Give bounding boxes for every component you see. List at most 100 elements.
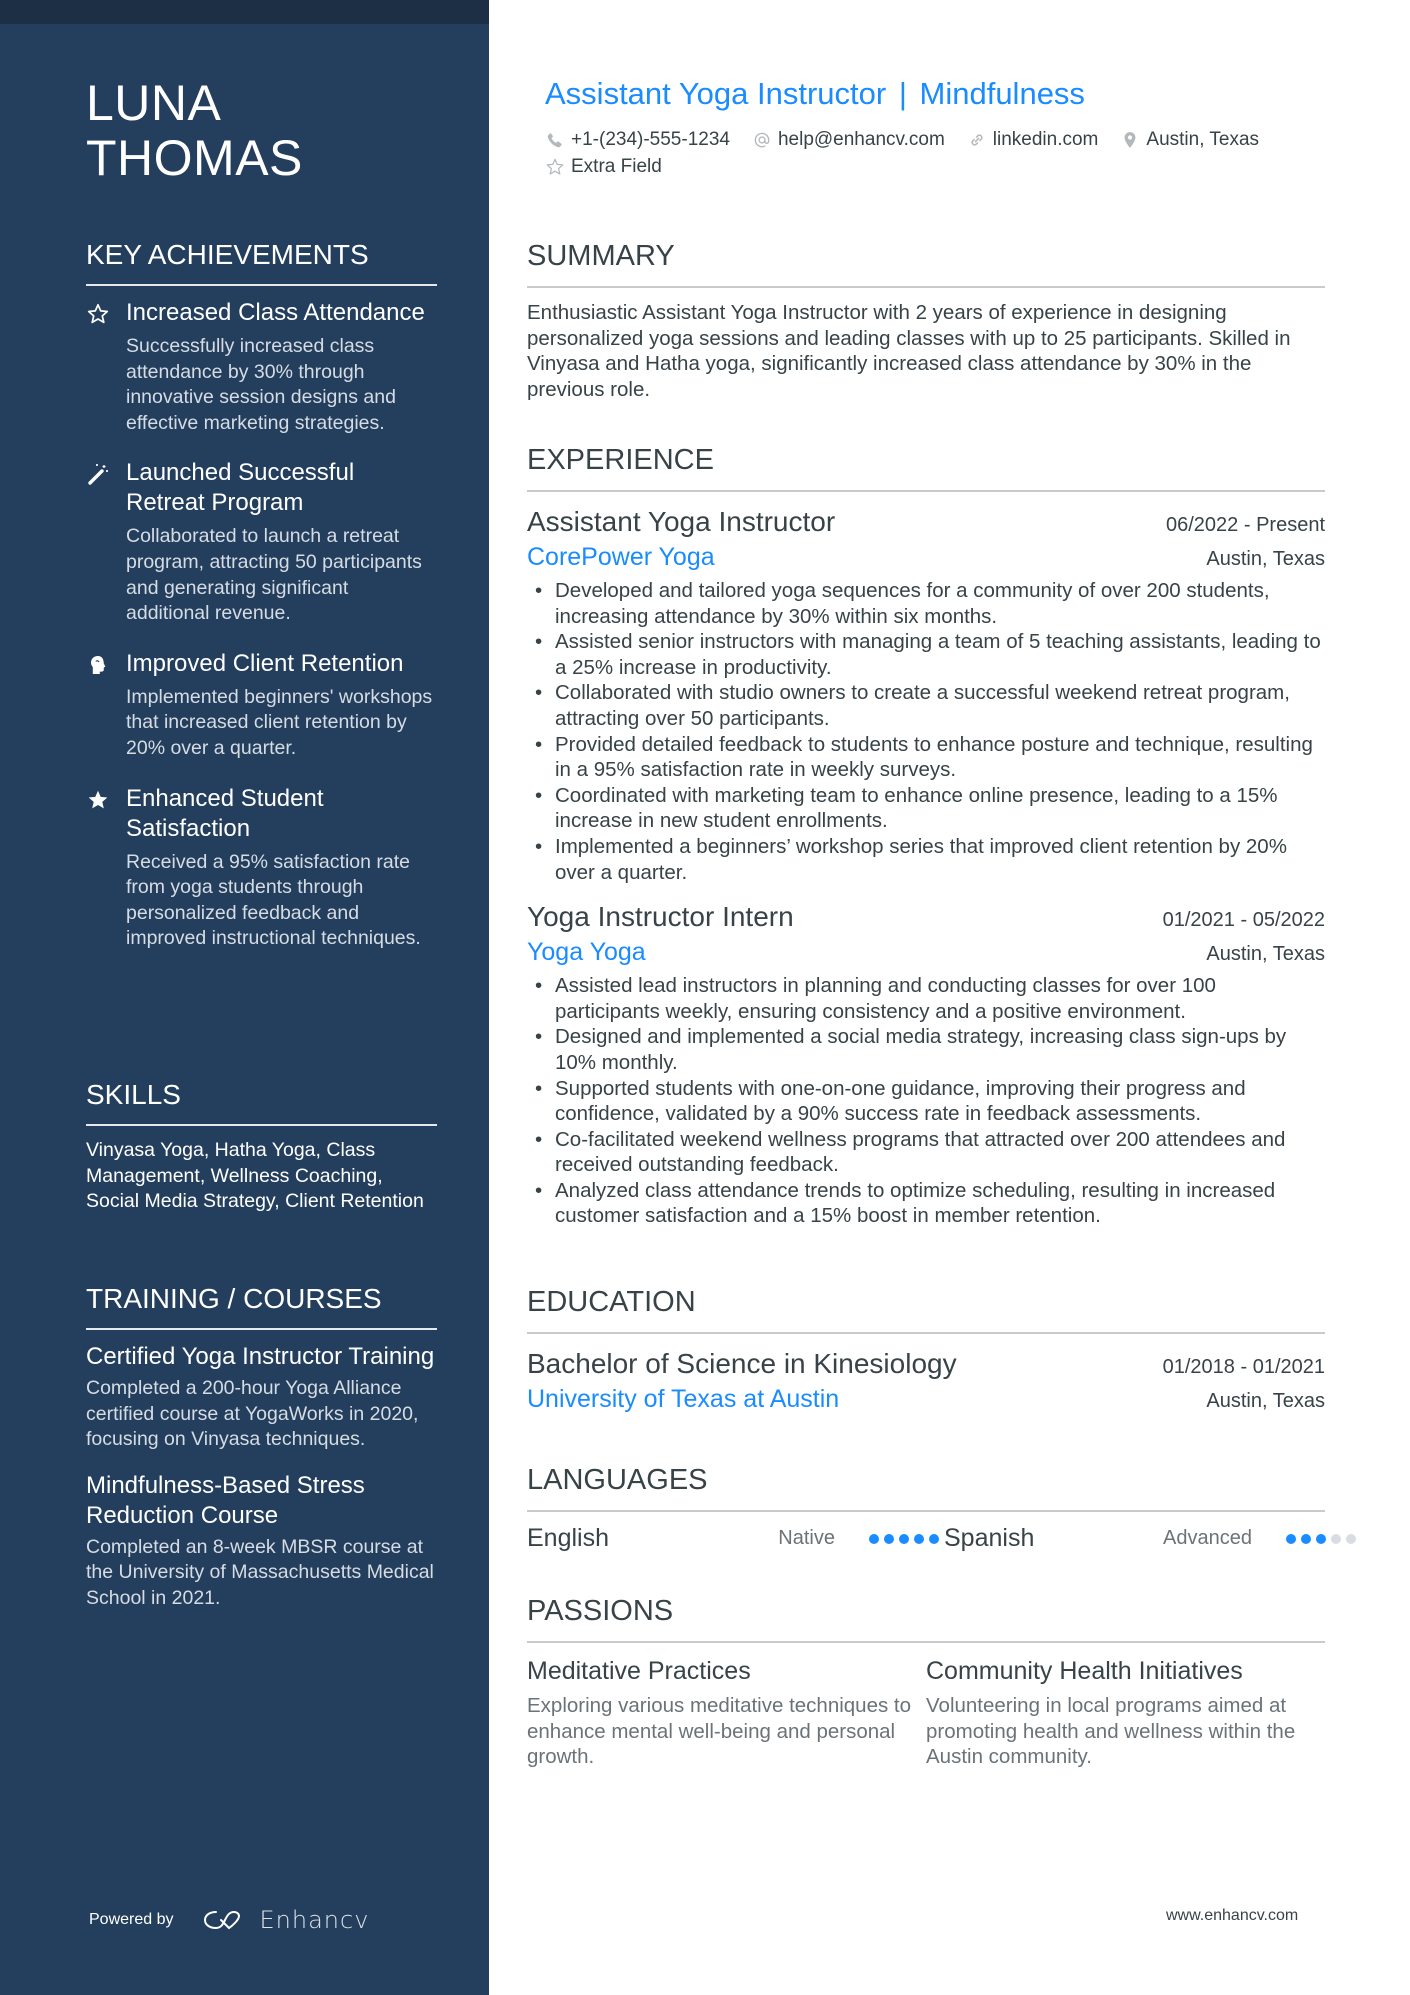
course-desc: Completed a 200-hour Yoga Alliance certi… [86, 1377, 419, 1451]
section-title: TRAINING / COURSES [86, 1282, 437, 1330]
passion-desc: Volunteering in local programs aimed at … [926, 1694, 1296, 1769]
contact-extra: Extra Field [545, 153, 662, 180]
contact-location: Austin, Texas [1120, 126, 1259, 153]
section-title: SKILLS [86, 1078, 437, 1126]
summary-section: SUMMARY Enthusiastic Assistant Yoga Inst… [527, 238, 1325, 402]
achievement-title: Enhanced Student Satisfaction [126, 784, 324, 842]
top-strip [0, 0, 489, 24]
link-icon [971, 133, 983, 146]
extra-field-text: Extra Field [571, 156, 662, 177]
passion-item: Meditative Practices Exploring various m… [527, 1655, 926, 1770]
education-section: EDUCATION Bachelor of Science in Kinesio… [527, 1284, 1325, 1416]
section-title: PASSIONS [527, 1593, 1325, 1643]
skills-section: SKILLS Vinyasa Yoga, Hatha Yoga, Class M… [86, 1078, 437, 1215]
headline-separator: | [898, 76, 907, 111]
language-rating [1286, 1533, 1361, 1544]
section-title: KEY ACHIEVEMENTS [86, 238, 437, 286]
job-bullet: Collaborated with studio owners to creat… [527, 680, 1325, 731]
job-bullet: Co-facilitated weekend wellness programs… [527, 1127, 1325, 1178]
contact-phone[interactable]: +1-(234)-555-1234 [545, 126, 730, 153]
rating-dot-empty [1346, 1533, 1356, 1544]
rating-dot-filled [884, 1533, 894, 1544]
job-bullet: Analyzed class attendance trends to opti… [527, 1178, 1325, 1229]
course-item: Mindfulness-Based Stress Reduction Cours… [86, 1471, 437, 1612]
passions-section: PASSIONS Meditative Practices Exploring … [527, 1593, 1325, 1770]
enhancv-logo-icon [202, 1907, 248, 1933]
footer-url-link[interactable]: www.enhancv.com [1166, 1907, 1298, 1925]
job-dates: 01/2021 - 05/2022 [1162, 909, 1325, 932]
rating-dot-empty [1331, 1533, 1341, 1544]
key-achievements-section: KEY ACHIEVEMENTS Increased Class Attenda… [86, 238, 437, 974]
rating-dot-filled [1301, 1533, 1311, 1544]
achievement-item: Improved Client Retention Implemented be… [86, 649, 437, 762]
rating-dot-filled [899, 1533, 909, 1544]
headline-focus: Mindfulness [919, 76, 1085, 111]
phone-icon [547, 132, 562, 147]
job-location: Austin, Texas [1206, 943, 1325, 966]
powered-by-label: Powered by [89, 1911, 174, 1928]
language-item: Spanish Advanced [944, 1524, 1361, 1553]
name-last: THOMAS [86, 130, 303, 186]
languages-section: LANGUAGES English Native Spanish Advance… [527, 1462, 1356, 1553]
job-entry: Assistant Yoga Instructor 06/2022 - Pres… [527, 504, 1325, 885]
company-name: CorePower Yoga [527, 543, 715, 571]
powered-by: Powered by Enhancv [89, 1906, 369, 1934]
school-name: University of Texas at Austin [527, 1385, 840, 1413]
star-outline-icon [546, 158, 564, 175]
job-bullet: Designed and implemented a social media … [527, 1024, 1325, 1075]
magic-wand-icon [86, 462, 110, 486]
sidebar: LUNA THOMAS KEY ACHIEVEMENTS Increased C… [0, 0, 489, 1995]
at-icon [754, 132, 770, 147]
passion-title: Community Health Initiatives [926, 1657, 1243, 1685]
contact-linkedin[interactable]: linkedin.com [967, 126, 1099, 153]
education-dates: 01/2018 - 01/2021 [1162, 1356, 1325, 1378]
language-level: Native [778, 1527, 835, 1549]
job-entry: Yoga Instructor Intern 01/2021 - 05/2022… [527, 899, 1325, 1229]
passion-desc: Exploring various meditative techniques … [527, 1694, 912, 1769]
brand-name: Enhancv [259, 1906, 370, 1934]
education-entry: Bachelor of Science in Kinesiology 01/20… [527, 1346, 1325, 1416]
section-title: LANGUAGES [527, 1462, 1325, 1512]
contact-info: +1-(234)-555-1234 help@enhancv.com linke… [545, 126, 1345, 180]
company-name: Yoga Yoga [527, 938, 646, 967]
achievement-desc: Successfully increased class attendance … [126, 335, 396, 434]
star-outline-icon [86, 302, 110, 326]
language-name: English [527, 1524, 609, 1552]
linkedin-text: linkedin.com [992, 129, 1099, 150]
job-bullet: Assisted lead instructors in planning an… [527, 973, 1325, 1024]
language-name: Spanish [944, 1524, 1035, 1552]
job-bullet: Implemented a beginners’ workshop series… [527, 834, 1325, 885]
achievement-title: Improved Client Retention [126, 649, 404, 677]
headline-role: Assistant Yoga Instructor [545, 76, 887, 111]
job-bullet: Assisted senior instructors with managin… [527, 629, 1325, 680]
job-bullets: Developed and tailored yoga sequences fo… [527, 578, 1325, 885]
achievement-item: Launched Successful Retreat Program Coll… [86, 458, 437, 626]
rating-dot-filled [1286, 1533, 1296, 1544]
head-brain-icon [86, 653, 110, 677]
job-bullet: Developed and tailored yoga sequences fo… [527, 578, 1325, 629]
degree: Bachelor of Science in Kinesiology [527, 1348, 957, 1379]
job-location: Austin, Texas [1206, 548, 1325, 570]
summary-text: Enthusiastic Assistant Yoga Instructor w… [527, 301, 1291, 401]
contact-email[interactable]: help@enhancv.com [752, 126, 945, 153]
achievement-title: Increased Class Attendance [126, 299, 425, 326]
achievement-desc: Implemented beginners' workshops that in… [126, 685, 433, 759]
job-title: Yoga Instructor Intern [527, 901, 794, 933]
email-text: help@enhancv.com [777, 129, 945, 150]
rating-dot-filled [929, 1533, 939, 1544]
name-first: LUNA [86, 75, 222, 131]
language-item: English Native [527, 1524, 944, 1553]
achievement-item: Increased Class Attendance Successfully … [86, 298, 437, 436]
language-rating [869, 1533, 944, 1544]
phone-text: +1-(234)-555-1234 [571, 129, 730, 150]
course-item: Certified Yoga Instructor Training Compl… [86, 1342, 437, 1453]
section-title: SUMMARY [527, 238, 1325, 288]
language-level: Advanced [1163, 1527, 1252, 1549]
location-text: Austin, Texas [1146, 129, 1260, 150]
star-filled-icon [86, 788, 110, 812]
headline: Assistant Yoga Instructor | Mindfulness [545, 74, 1085, 114]
training-section: TRAINING / COURSES Certified Yoga Instru… [86, 1282, 437, 1630]
course-desc: Completed an 8-week MBSR course at the U… [86, 1535, 434, 1609]
job-bullets: Assisted lead instructors in planning an… [527, 973, 1325, 1229]
rating-dot-filled [914, 1533, 924, 1544]
